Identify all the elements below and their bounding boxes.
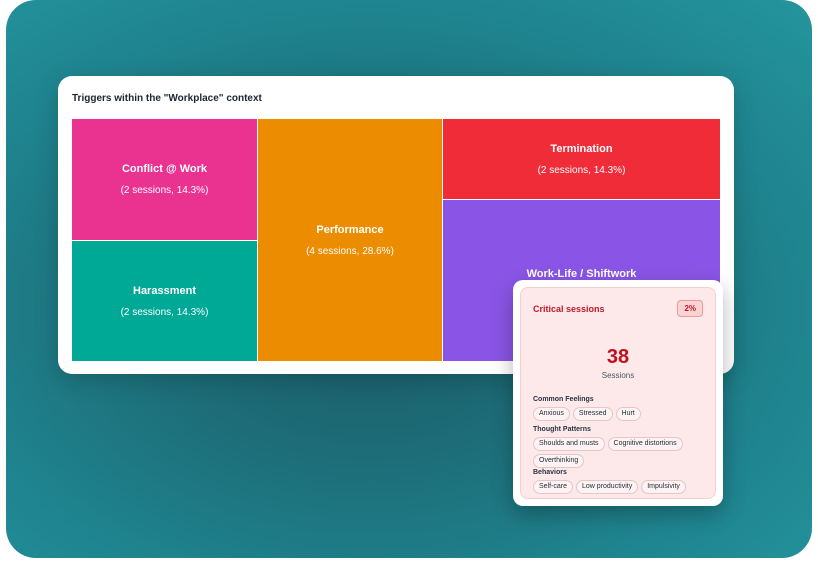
treemap-tile-performance[interactable]: Performance (4 sessions, 28.6%) — [258, 119, 442, 361]
background-frame: Triggers within the "Workplace" context … — [6, 0, 812, 558]
group-title: Behaviors — [533, 469, 567, 476]
treemap-tile-conflict[interactable]: Conflict @ Work (2 sessions, 14.3%) — [72, 119, 257, 240]
tile-name: Termination — [550, 142, 613, 155]
group-title: Common Feelings — [533, 396, 594, 403]
popup-title: Critical sessions — [533, 304, 605, 314]
chip[interactable]: Stressed — [572, 407, 613, 421]
tile-detail: (4 sessions, 28.6%) — [306, 245, 394, 257]
group-title: Thought Patterns — [533, 426, 591, 433]
group-thought-patterns: Thought Patterns Shoulds and musts Cogni… — [533, 426, 709, 468]
chip[interactable]: Overthinking — [533, 454, 585, 468]
chip[interactable]: Hurt — [615, 407, 641, 421]
tile-name: Conflict @ Work — [121, 163, 208, 175]
treemap-tile-termination[interactable]: Termination (2 sessions, 14.3%) — [443, 119, 720, 199]
chip[interactable]: Impulsivity — [641, 480, 686, 494]
popup-panel: Critical sessions 2% 38 Sessions Common … — [520, 287, 716, 499]
chip[interactable]: Shoulds and musts — [533, 437, 605, 451]
treemap-tile-harassment[interactable]: Harassment (2 sessions, 14.3%) — [72, 241, 257, 361]
chip-list: Self-care Low productivity Impulsivity — [533, 480, 709, 494]
percent-badge: 2% — [677, 300, 703, 317]
chip[interactable]: Cognitive distortions — [607, 437, 683, 451]
tile-name: Harassment — [133, 284, 196, 297]
critical-sessions-popup: Critical sessions 2% 38 Sessions Common … — [513, 280, 723, 506]
card-title: Triggers within the "Workplace" context — [72, 93, 262, 104]
tile-name: Performance — [316, 223, 384, 236]
session-count: 38 — [606, 346, 630, 368]
chip-list: Anxious Stressed Hurt — [533, 407, 709, 421]
tile-detail: (2 sessions, 14.3%) — [120, 306, 209, 318]
tile-detail: (2 sessions, 14.3%) — [537, 164, 626, 176]
chip[interactable]: Self-care — [533, 480, 574, 494]
chip[interactable]: Anxious — [533, 407, 570, 421]
chip[interactable]: Low productivity — [576, 480, 639, 494]
tile-name: Work-Life / Shiftwork — [526, 268, 637, 280]
session-count-label: Sessions — [601, 371, 635, 380]
group-behaviors: Behaviors Self-care Low productivity Imp… — [533, 469, 709, 494]
chip-list: Shoulds and musts Cognitive distortions … — [533, 437, 709, 468]
tile-detail: (2 sessions, 14.3%) — [120, 185, 209, 196]
group-common-feelings: Common Feelings Anxious Stressed Hurt — [533, 396, 709, 421]
